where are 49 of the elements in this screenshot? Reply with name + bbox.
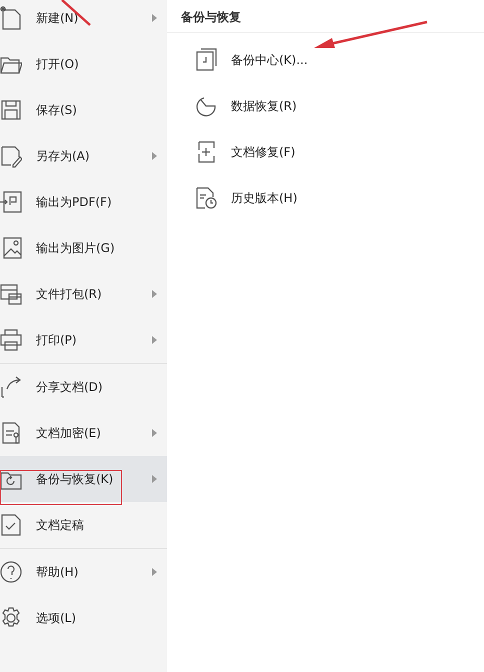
menu-item-label: 文件打包(R) bbox=[36, 286, 102, 302]
submenu-item-label: 历史版本(H) bbox=[231, 190, 298, 206]
menu-item[interactable]: 选项(L) bbox=[0, 595, 167, 641]
lock-document-icon bbox=[0, 421, 22, 445]
menu-item[interactable]: 备份与恢复(K) bbox=[0, 456, 167, 502]
menu-item[interactable]: 输出为图片(G) bbox=[0, 225, 167, 271]
share-icon bbox=[0, 375, 22, 399]
save-as-icon bbox=[0, 144, 22, 168]
menu-item[interactable]: 输出为PDF(F) bbox=[0, 179, 167, 225]
menu-item-label: 文档加密(E) bbox=[36, 424, 101, 442]
menu-item[interactable]: 保存(S) bbox=[0, 87, 167, 133]
pdf-export-icon bbox=[0, 190, 22, 214]
printer-icon bbox=[0, 328, 22, 352]
menu-item[interactable]: 另存为(A) bbox=[0, 133, 167, 179]
menu-item-label: 输出为PDF(F) bbox=[36, 194, 112, 210]
help-icon bbox=[0, 560, 22, 584]
menu-item[interactable]: 打开(O) bbox=[0, 41, 167, 87]
save-icon bbox=[0, 98, 22, 122]
menu-item[interactable]: 打印(P) bbox=[0, 317, 167, 363]
menu-item-label: 文档定稿 bbox=[36, 516, 84, 534]
submenu-item[interactable]: 文档修复(F) bbox=[181, 129, 484, 175]
menu-item-label: 保存(S) bbox=[36, 102, 77, 118]
menu-item-label: 输出为图片(G) bbox=[36, 240, 115, 256]
menu-item[interactable]: 分享文档(D) bbox=[0, 364, 167, 410]
menu-item-label: 帮助(H) bbox=[36, 564, 78, 580]
menu-item[interactable]: 新建(N) bbox=[0, 0, 167, 41]
menu-item-label: 打开(O) bbox=[36, 56, 79, 72]
submenu-item-label: 文档修复(F) bbox=[231, 144, 296, 160]
submenu-item-label: 数据恢复(R) bbox=[231, 98, 297, 114]
menu-item[interactable]: 文档定稿 bbox=[0, 502, 167, 548]
menu-item[interactable]: 文档加密(E) bbox=[0, 410, 167, 456]
menu-item-label: 备份与恢复(K) bbox=[36, 470, 114, 488]
submenu-title: 备份与恢复 bbox=[181, 9, 242, 26]
menu-item-label: 分享文档(D) bbox=[36, 378, 103, 396]
check-document-icon bbox=[0, 513, 22, 537]
history-icon bbox=[195, 186, 217, 210]
submenu-item[interactable]: 数据恢复(R) bbox=[181, 83, 484, 129]
menu-item-label: 选项(L) bbox=[36, 610, 76, 626]
package-icon bbox=[0, 282, 22, 306]
menu-item-label: 另存为(A) bbox=[36, 148, 90, 164]
menu-item-label: 打印(P) bbox=[36, 332, 77, 348]
submenu-item-label: 备份中心(K)... bbox=[231, 52, 308, 68]
submenu-item[interactable]: 备份中心(K)... bbox=[181, 37, 484, 83]
submenu-item[interactable]: 历史版本(H) bbox=[181, 175, 484, 221]
backup-center-icon bbox=[195, 48, 217, 72]
menu-item[interactable]: 文件打包(R) bbox=[0, 271, 167, 317]
menu-item-label: 新建(N) bbox=[36, 10, 78, 26]
new-file-icon bbox=[0, 6, 22, 30]
menu-item[interactable]: 帮助(H) bbox=[0, 549, 167, 595]
